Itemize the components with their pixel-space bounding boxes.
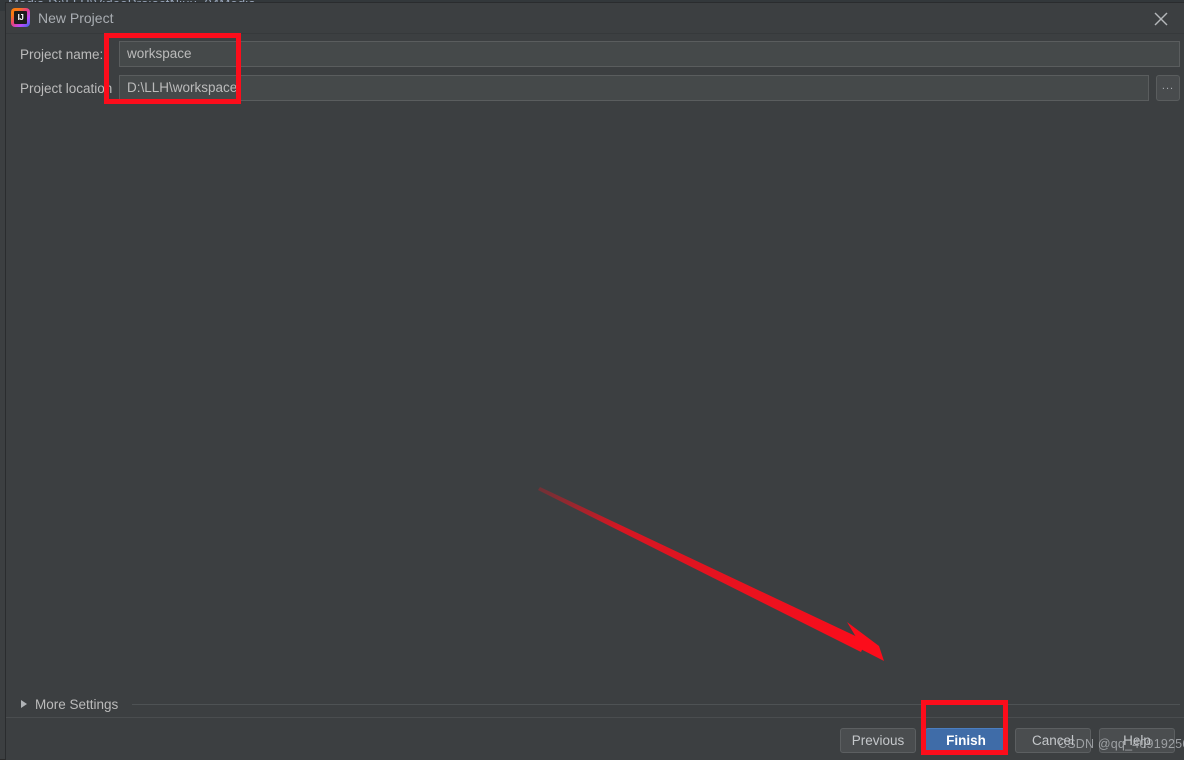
dialog-title: New Project (38, 10, 114, 26)
project-location-label: Project location (20, 81, 113, 96)
more-settings-divider (132, 704, 1180, 705)
dialog-titlebar: IJ New Project (6, 3, 1184, 34)
dialog-button-bar: Previous Finish Cancel Help (6, 717, 1184, 760)
more-settings-label: More Settings (35, 696, 119, 712)
project-name-input[interactable]: workspace (119, 41, 1180, 67)
close-button[interactable] (1138, 3, 1184, 33)
more-settings-row: More Settings (6, 691, 1184, 717)
project-name-label: Project name: (20, 47, 104, 62)
browse-folder-button[interactable]: ... (1156, 75, 1180, 101)
more-settings-toggle[interactable]: More Settings (21, 691, 118, 717)
project-location-input[interactable]: D:\LLH\workspace (119, 75, 1149, 101)
triangle-right-icon (21, 700, 27, 708)
intellij-idea-icon: IJ (11, 8, 30, 27)
finish-button[interactable]: Finish (925, 728, 1007, 753)
previous-button[interactable]: Previous (840, 728, 916, 753)
close-icon (1154, 12, 1168, 26)
new-project-dialog: IJ New Project Project name: workspace P… (6, 3, 1184, 760)
csdn-watermark: CSDN @qq_40919256 (1058, 737, 1184, 751)
